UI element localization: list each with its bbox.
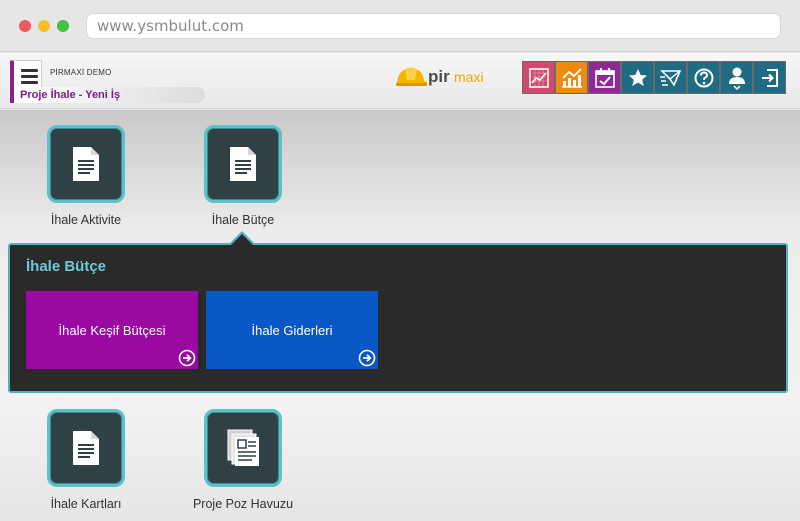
- module-area: İhale Aktivite İhale Bütçe İhale Bütçe İ…: [0, 110, 800, 521]
- document-icon: [73, 147, 99, 181]
- module-proje-poz-havuzu[interactable]: Proje Poz Havuzu: [163, 409, 323, 511]
- module-ihale-kartlari[interactable]: İhale Kartları: [6, 409, 166, 511]
- trend-chart-icon: [561, 67, 582, 88]
- module-label: İhale Bütçe: [211, 213, 275, 227]
- submodule-panel: İhale Bütçe İhale Keşif Bütçesi İhale Gi…: [8, 231, 788, 393]
- company-name: PİRMAXİ DEMO: [50, 68, 112, 77]
- arrow-right-circle-icon: [358, 349, 376, 367]
- app-logo: pir maxi: [394, 60, 489, 90]
- arrow-right-circle-icon: [178, 349, 196, 367]
- window-close-dot[interactable]: [19, 20, 31, 32]
- analysis-button[interactable]: [555, 61, 588, 94]
- breadcrumb[interactable]: Proje İhale - Yeni İş: [10, 87, 205, 103]
- browser-chrome: www.ysmbulut.com: [0, 0, 800, 52]
- module-icon-box: [204, 125, 282, 203]
- menu-icon-bar: [21, 81, 38, 84]
- document-icon: [73, 431, 99, 465]
- module-label: İhale Kartları: [50, 497, 122, 511]
- module-ihale-butce[interactable]: İhale Bütçe: [163, 125, 323, 227]
- logo-text-maxi: maxi: [454, 69, 484, 85]
- module-icon-box: [47, 409, 125, 487]
- window-maximize-dot[interactable]: [57, 20, 69, 32]
- messages-button[interactable]: [654, 61, 687, 94]
- user-icon: [728, 67, 745, 90]
- module-label: Proje Poz Havuzu: [192, 497, 294, 511]
- calendar-check-icon: [594, 67, 615, 88]
- favorites-button[interactable]: [621, 61, 654, 94]
- panel-pointer-inner: [230, 234, 254, 246]
- card-ihale-kesif-butcesi[interactable]: İhale Keşif Bütçesi: [26, 291, 198, 369]
- toolbar: [522, 61, 786, 94]
- user-profile-button[interactable]: [720, 61, 753, 94]
- panel-title: İhale Bütçe: [26, 258, 107, 275]
- module-ihale-aktivite[interactable]: İhale Aktivite: [6, 125, 166, 227]
- document-icon: [230, 147, 256, 181]
- card-ihale-giderleri[interactable]: İhale Giderleri: [206, 291, 378, 369]
- module-icon-box: [204, 409, 282, 487]
- help-button[interactable]: [687, 61, 720, 94]
- card-label: İhale Giderleri: [251, 322, 333, 338]
- message-icon: [659, 69, 681, 87]
- star-icon: [628, 68, 647, 86]
- logout-button[interactable]: [753, 61, 786, 94]
- menu-icon: [21, 69, 38, 72]
- helmet-icon: [396, 67, 427, 86]
- module-icon-box: [47, 125, 125, 203]
- app-header: PİRMAXİ DEMO Proje İhale - Yeni İş pir m…: [0, 53, 800, 109]
- documents-stack-icon: [227, 429, 259, 466]
- calendar-button[interactable]: [588, 61, 621, 94]
- report-chart-icon: [528, 67, 549, 88]
- help-icon: [694, 68, 713, 87]
- window-minimize-dot[interactable]: [38, 20, 50, 32]
- module-label: İhale Aktivite: [50, 213, 122, 227]
- address-bar[interactable]: www.ysmbulut.com: [86, 13, 781, 39]
- report-button[interactable]: [522, 61, 555, 94]
- menu-icon-bar: [21, 75, 38, 78]
- logo-text-pir: pir: [428, 67, 450, 86]
- card-label: İhale Keşif Bütçesi: [58, 322, 166, 338]
- logout-icon: [761, 68, 778, 87]
